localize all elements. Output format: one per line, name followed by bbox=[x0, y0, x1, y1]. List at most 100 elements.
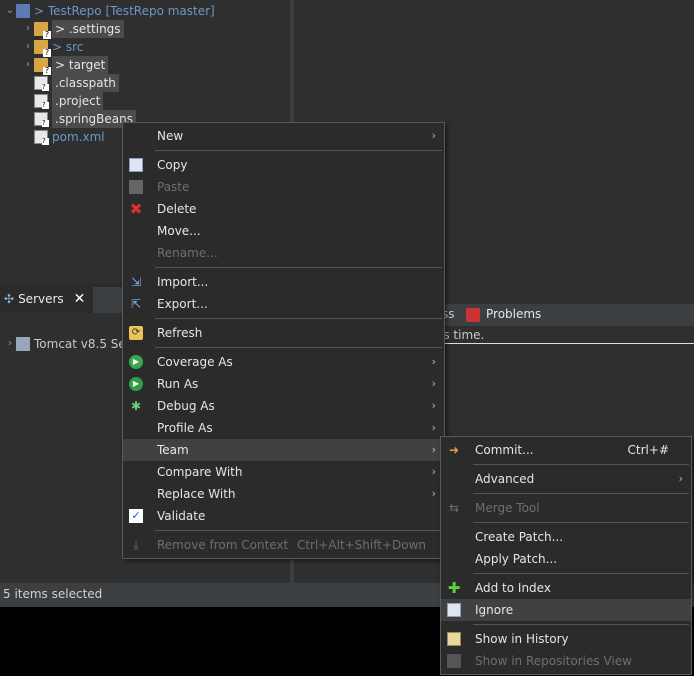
tree-label: > target bbox=[52, 56, 109, 74]
chevron-down-icon[interactable]: ⌄ bbox=[4, 2, 16, 20]
menu-item-create-patch[interactable]: Create Patch... bbox=[441, 526, 691, 548]
menu-separator bbox=[123, 264, 444, 271]
tab-label: Servers bbox=[18, 292, 64, 306]
menu-label: New bbox=[157, 129, 184, 143]
menu-item-advanced[interactable]: Advanced › bbox=[441, 468, 691, 490]
menu-label: Add to Index bbox=[475, 581, 551, 595]
menu-separator bbox=[441, 490, 691, 497]
bug-icon: ✱ bbox=[130, 399, 142, 413]
menu-label: Validate bbox=[157, 509, 206, 523]
problems-icon bbox=[466, 308, 480, 322]
tree-row-repo[interactable]: ⌄ > TestRepo [TestRepo master] bbox=[4, 2, 215, 20]
menu-item-import[interactable]: ⇲ Import... bbox=[123, 271, 444, 293]
chevron-right-icon[interactable]: › bbox=[22, 56, 34, 74]
chevron-right-icon[interactable]: › bbox=[22, 20, 34, 38]
copy-icon bbox=[129, 158, 143, 172]
chevron-right-icon: › bbox=[431, 377, 436, 390]
chevron-right-icon: › bbox=[431, 487, 436, 500]
menu-item-delete[interactable]: ✖ Delete bbox=[123, 198, 444, 220]
menu-item-paste[interactable]: Paste bbox=[123, 176, 444, 198]
menu-separator bbox=[123, 344, 444, 351]
menu-item-compare-with[interactable]: Compare With › bbox=[123, 461, 444, 483]
menu-label: Rename... bbox=[157, 246, 218, 260]
menu-item-show-in-repositories[interactable]: Show in Repositories View bbox=[441, 650, 691, 672]
menu-item-export[interactable]: ⇱ Export... bbox=[123, 293, 444, 315]
menu-label: Delete bbox=[157, 202, 197, 216]
xml-file-icon bbox=[34, 130, 49, 145]
tree-row-classpath[interactable]: .classpath bbox=[34, 74, 119, 92]
menu-shortcut: Ctrl+# bbox=[627, 443, 669, 457]
chevron-right-icon: › bbox=[431, 399, 436, 412]
menu-item-show-in-history[interactable]: Show in History bbox=[441, 628, 691, 650]
menu-label: Commit... bbox=[475, 443, 534, 457]
git-repository-icon bbox=[447, 654, 461, 668]
menu-item-merge-tool[interactable]: ⇆ Merge Tool bbox=[441, 497, 691, 519]
close-icon[interactable]: ✕ bbox=[74, 291, 86, 307]
tree-label: pom.xml bbox=[52, 130, 105, 144]
remove-context-icon: ⤓ bbox=[133, 538, 139, 552]
menu-item-move[interactable]: Move... bbox=[123, 220, 444, 242]
menu-item-validate[interactable]: ✓ Validate bbox=[123, 505, 444, 527]
tree-row-springbeans[interactable]: .springBeans bbox=[34, 110, 136, 128]
server-icon bbox=[16, 337, 30, 351]
tree-label: .classpath bbox=[52, 74, 119, 92]
menu-item-commit[interactable]: ➜ Commit... Ctrl+# bbox=[441, 439, 691, 461]
team-submenu: ➜ Commit... Ctrl+# Advanced › ⇆ Merge To… bbox=[440, 436, 692, 675]
refresh-icon: ⟳ bbox=[129, 326, 143, 340]
tree-row-pom[interactable]: pom.xml bbox=[34, 128, 105, 146]
menu-item-replace-with[interactable]: Replace With › bbox=[123, 483, 444, 505]
menu-label: Team bbox=[157, 443, 189, 457]
file-icon bbox=[34, 76, 49, 91]
menu-item-coverage-as[interactable]: ▶ Coverage As › bbox=[123, 351, 444, 373]
menu-item-remove-from-context[interactable]: ⤓ Remove from Context Ctrl+Alt+Shift+Dow… bbox=[123, 534, 444, 556]
add-icon: ✚ bbox=[447, 579, 461, 597]
menu-label: Ignore bbox=[475, 603, 514, 617]
tab-problems[interactable]: Problems bbox=[486, 307, 541, 321]
paste-icon bbox=[129, 180, 143, 194]
menu-label: Import... bbox=[157, 275, 209, 289]
menu-label: Merge Tool bbox=[475, 501, 540, 515]
menu-label: Export... bbox=[157, 297, 208, 311]
menu-label: Run As bbox=[157, 377, 199, 391]
file-icon bbox=[34, 94, 49, 109]
menu-label: Copy bbox=[157, 158, 188, 172]
ignore-icon bbox=[447, 603, 461, 617]
menu-item-apply-patch[interactable]: Apply Patch... bbox=[441, 548, 691, 570]
menu-item-refresh[interactable]: ⟳ Refresh bbox=[123, 322, 444, 344]
run-icon: ▶ bbox=[129, 377, 143, 391]
menu-item-team[interactable]: Team › bbox=[123, 439, 444, 461]
menu-shortcut: Ctrl+Alt+Shift+Down bbox=[296, 538, 426, 552]
chevron-right-icon: › bbox=[431, 355, 436, 368]
delete-icon: ✖ bbox=[129, 200, 143, 218]
menu-separator bbox=[123, 315, 444, 322]
tree-row-settings[interactable]: › > .settings bbox=[22, 20, 124, 39]
menu-item-copy[interactable]: Copy bbox=[123, 154, 444, 176]
chevron-right-icon: › bbox=[431, 443, 436, 456]
view-underline bbox=[440, 343, 694, 344]
chevron-right-icon[interactable]: › bbox=[22, 38, 34, 56]
menu-item-rename[interactable]: Rename... bbox=[123, 242, 444, 264]
menu-separator bbox=[441, 570, 691, 577]
menu-item-debug-as[interactable]: ✱ Debug As › bbox=[123, 395, 444, 417]
tab-servers[interactable]: ✣ Servers ✕ bbox=[0, 287, 94, 313]
menu-label: Create Patch... bbox=[475, 530, 564, 544]
server-label: Tomcat v8.5 Se bbox=[34, 337, 126, 351]
menu-separator bbox=[441, 519, 691, 526]
menu-item-profile-as[interactable]: Profile As › bbox=[123, 417, 444, 439]
tree-label: > .settings bbox=[52, 20, 124, 38]
import-icon: ⇲ bbox=[130, 275, 142, 289]
menu-separator bbox=[441, 621, 691, 628]
tree-row-project[interactable]: .project bbox=[34, 92, 104, 110]
menu-item-new[interactable]: New › bbox=[123, 125, 444, 147]
menu-item-ignore[interactable]: Ignore bbox=[441, 599, 691, 621]
tree-row-src[interactable]: › > src bbox=[22, 38, 83, 57]
menu-label: Remove from Context bbox=[157, 538, 289, 552]
menu-item-run-as[interactable]: ▶ Run As › bbox=[123, 373, 444, 395]
menu-item-add-to-index[interactable]: ✚ Add to Index bbox=[441, 577, 691, 599]
server-row[interactable]: › Tomcat v8.5 Se bbox=[4, 335, 126, 353]
git-repository-icon bbox=[16, 4, 30, 18]
menu-separator bbox=[123, 147, 444, 154]
menu-label: Replace With bbox=[157, 487, 236, 501]
tree-row-target[interactable]: › > target bbox=[22, 56, 109, 75]
chevron-right-icon[interactable]: › bbox=[4, 335, 16, 353]
